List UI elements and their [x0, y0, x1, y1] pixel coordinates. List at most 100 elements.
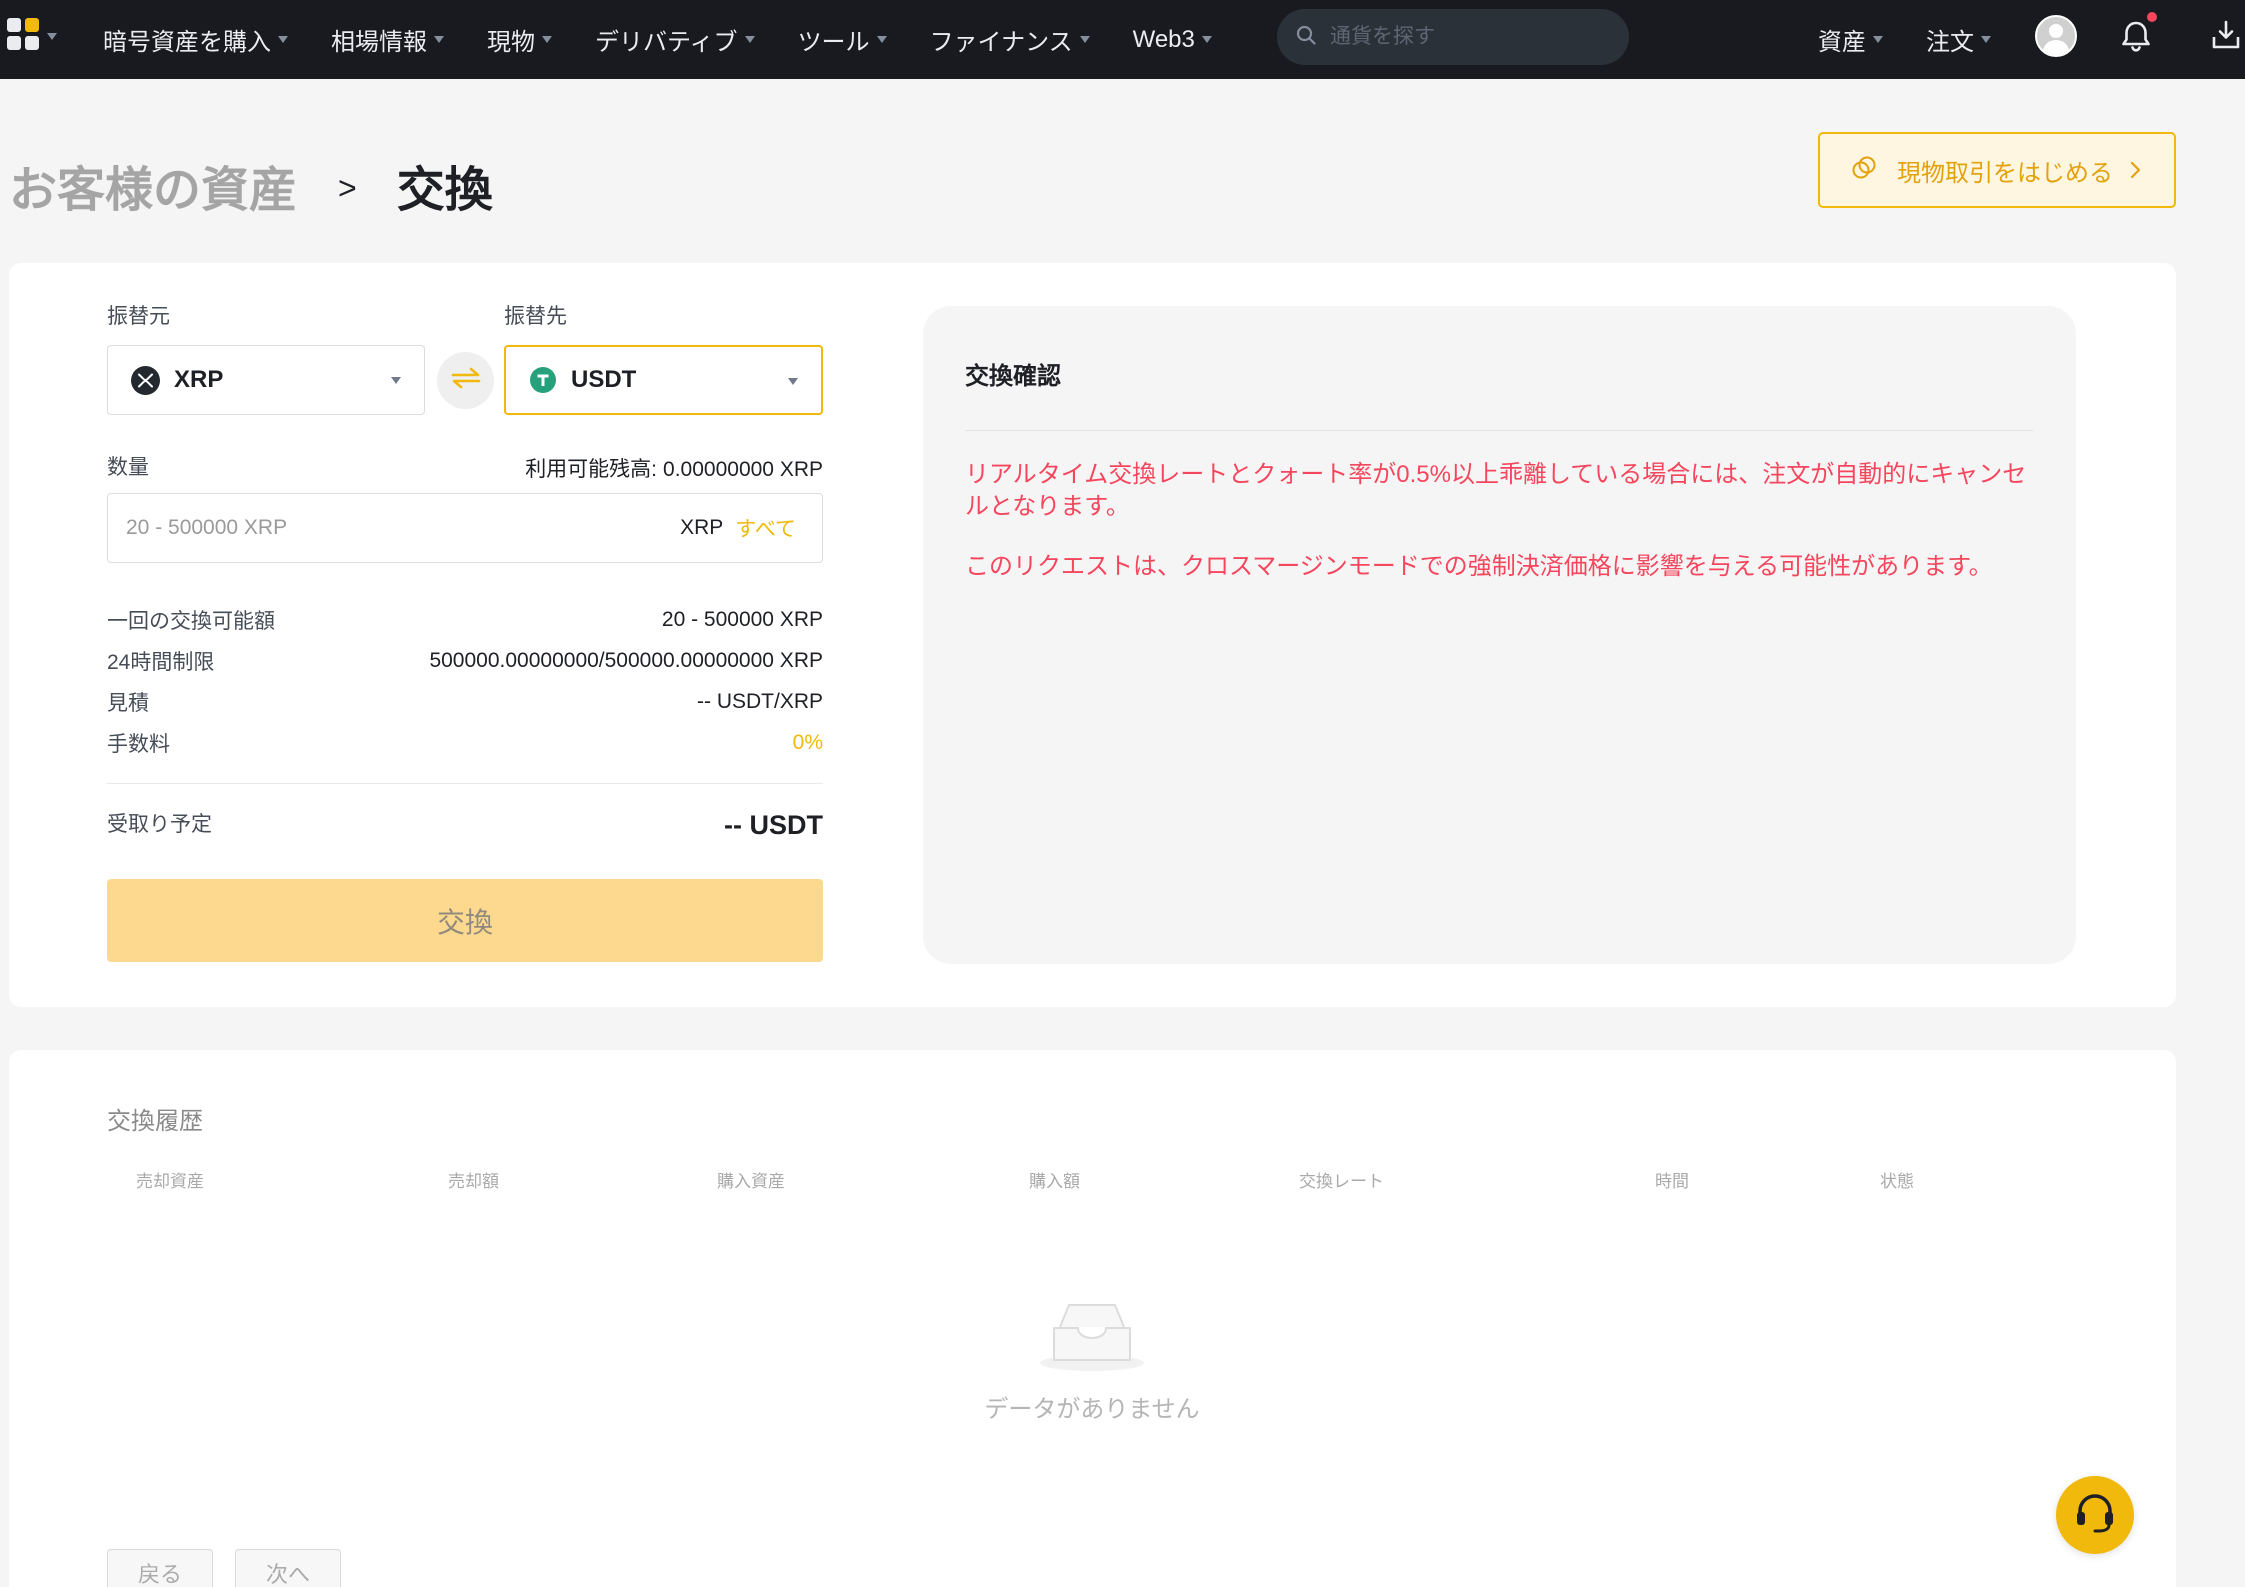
- chevron-down-icon: [278, 36, 288, 43]
- xrp-coin-icon: [131, 365, 160, 395]
- nav-item-label: Web3: [1132, 25, 1195, 53]
- chevron-down-icon: [876, 36, 887, 43]
- nav-item-label: 現物: [487, 29, 535, 56]
- empty-inbox-icon: [1038, 1300, 1146, 1372]
- spot-trade-icon: [1851, 155, 1877, 186]
- search-icon: [1296, 25, 1316, 50]
- start-spot-trading-button[interactable]: 現物取引をはじめる: [1818, 132, 2176, 208]
- info-label: 一回の交換可能額: [107, 609, 275, 633]
- breadcrumb-separator: >: [338, 169, 357, 206]
- bell-icon[interactable]: [2118, 18, 2154, 54]
- info-label: 見積: [107, 691, 149, 715]
- usdt-coin-icon: [528, 366, 557, 395]
- to-coin-name: USDT: [571, 366, 637, 393]
- nav-item-web3[interactable]: Web3: [1133, 0, 1212, 79]
- convert-history-card: 交換履歴 売却資産 売却額 購入資産 購入額 交換レート 時間 状態 データがあ…: [9, 1050, 2176, 1587]
- nav-item-label: 相場情報: [331, 29, 427, 56]
- receive-row: 受取り予定 -- USDT: [107, 805, 823, 845]
- convert-confirm-panel: 交換確認 リアルタイム交換レートとクォート率が0.5%以上乖離している場合には、…: [923, 306, 2076, 964]
- nav-item-label: ツール: [797, 29, 870, 56]
- breadcrumb-assets-link[interactable]: お客様の資産: [9, 150, 297, 220]
- info-row-limit-per-order: 一回の交換可能額 20 - 500000 XRP: [107, 599, 823, 640]
- page-title: 交換: [396, 164, 493, 217]
- coin-search[interactable]: [1277, 9, 1629, 65]
- info-row-24h-limit: 24時間制限 500000.00000000/500000.00000000 X…: [107, 640, 823, 681]
- nav-item-derivatives[interactable]: デリバティブ: [595, 0, 755, 79]
- nav-item-spot[interactable]: 現物: [487, 0, 552, 79]
- info-row-quote: 見積 -- USDT/XRP: [107, 681, 823, 722]
- to-coin-select[interactable]: USDT: [504, 345, 823, 415]
- divider: [965, 430, 2033, 431]
- search-input[interactable]: [1330, 25, 1620, 49]
- info-value: -- USDT/XRP: [697, 689, 823, 713]
- chevron-down-icon: [1981, 36, 1991, 43]
- fee-value: 0%: [792, 730, 823, 754]
- apps-menu-button[interactable]: [7, 17, 57, 56]
- confirm-title: 交換確認: [965, 363, 1061, 390]
- from-coin-select[interactable]: XRP: [107, 345, 425, 415]
- receive-label: 受取り予定: [107, 813, 212, 836]
- download-icon[interactable]: [2209, 18, 2243, 52]
- nav-item-buy-crypto[interactable]: 暗号資産を購入: [103, 0, 288, 79]
- amount-input[interactable]: [108, 494, 648, 562]
- amount-suffix: XRP すべて: [680, 494, 796, 562]
- nav-item-markets[interactable]: 相場情報: [331, 0, 444, 79]
- confirm-notices: リアルタイム交換レートとクォート率が0.5%以上乖離している場合には、注文が自動…: [965, 459, 2033, 611]
- info-value: 500000.00000000/500000.00000000 XRP: [429, 648, 823, 672]
- chevron-down-icon: [1201, 36, 1212, 43]
- column-header-rate: 交換レート: [1299, 1172, 1384, 1191]
- nav-item-finance[interactable]: ファイナンス: [930, 0, 1090, 79]
- info-label: 24時間制限: [107, 650, 215, 674]
- chevron-down-icon: [1079, 36, 1090, 43]
- available-balance-value: 0.00000000 XRP: [663, 458, 823, 481]
- prev-page-button[interactable]: 戻る: [107, 1549, 213, 1587]
- history-title: 交換履歴: [107, 1108, 203, 1135]
- notification-dot: [2147, 12, 2157, 22]
- info-label: 手数料: [107, 732, 170, 756]
- nav-item-tools[interactable]: ツール: [798, 0, 887, 79]
- nav-item-assets[interactable]: 資産: [1818, 0, 1883, 79]
- chevron-down-icon: [1873, 36, 1883, 43]
- amount-field: XRP すべて: [107, 493, 823, 563]
- user-avatar[interactable]: [2035, 15, 2077, 57]
- to-label: 振替先: [504, 305, 567, 328]
- convert-submit-button[interactable]: 交換: [107, 879, 823, 962]
- next-page-button[interactable]: 次へ: [235, 1549, 341, 1587]
- max-amount-button[interactable]: すべて: [735, 513, 796, 543]
- apps-grid-icon: [7, 17, 40, 56]
- chevron-down-icon: [542, 36, 552, 43]
- available-balance: 利用可能残高: 0.00000000 XRP: [525, 453, 823, 483]
- amount-header: 数量 利用可能残高: 0.00000000 XRP: [107, 453, 823, 483]
- convert-card: 振替元 振替先 XRP USDT 数量 利用可能残高: 0.00000000 XR…: [9, 263, 2176, 1007]
- info-value: 20 - 500000 XRP: [661, 607, 823, 631]
- swap-arrows-icon: [449, 366, 483, 395]
- nav-item-label: デリバティブ: [595, 29, 738, 56]
- headset-icon: [2072, 1490, 2118, 1541]
- empty-state-text: データがありません: [984, 1396, 1200, 1423]
- notice-text: リアルタイム交換レートとクォート率が0.5%以上乖離している場合には、注文が自動…: [965, 461, 2027, 520]
- chevron-down-icon: [434, 36, 444, 43]
- convert-info-list: 一回の交換可能額 20 - 500000 XRP 24時間制限 500000.0…: [107, 599, 823, 763]
- support-chat-button[interactable]: [2056, 1476, 2134, 1554]
- from-coin-name: XRP: [174, 366, 224, 393]
- column-header-time: 時間: [1655, 1172, 1689, 1191]
- column-header-status: 状態: [1880, 1172, 1914, 1191]
- column-header-sell-amount: 売却額: [448, 1172, 499, 1191]
- column-header-sell-asset: 売却資産: [136, 1172, 204, 1191]
- available-balance-label: 利用可能残高:: [525, 458, 658, 481]
- from-label: 振替元: [107, 305, 170, 328]
- nav-item-label: 資産: [1818, 29, 1866, 56]
- chevron-right-icon: [2130, 161, 2142, 179]
- swap-coins-button[interactable]: [437, 352, 494, 409]
- chevron-down-icon: [47, 32, 57, 40]
- start-spot-trading-label: 現物取引をはじめる: [1897, 159, 2113, 187]
- nav-item-label: 注文: [1926, 29, 1974, 56]
- chevron-down-icon: [788, 378, 798, 385]
- nav-item-label: 暗号資産を購入: [103, 29, 271, 56]
- notice-text: このリクエストは、クロスマージンモードでの強制決済価格に影響を与える可能性があり…: [965, 553, 1993, 580]
- nav-item-orders[interactable]: 注文: [1926, 0, 1991, 79]
- top-nav: 暗号資産を購入 相場情報 現物 デリバティブ ツール ファイナンス Web3 資…: [0, 0, 2245, 79]
- amount-unit: XRP: [680, 516, 724, 539]
- info-row-fee: 手数料 0%: [107, 722, 823, 763]
- nav-item-label: ファイナンス: [929, 29, 1073, 56]
